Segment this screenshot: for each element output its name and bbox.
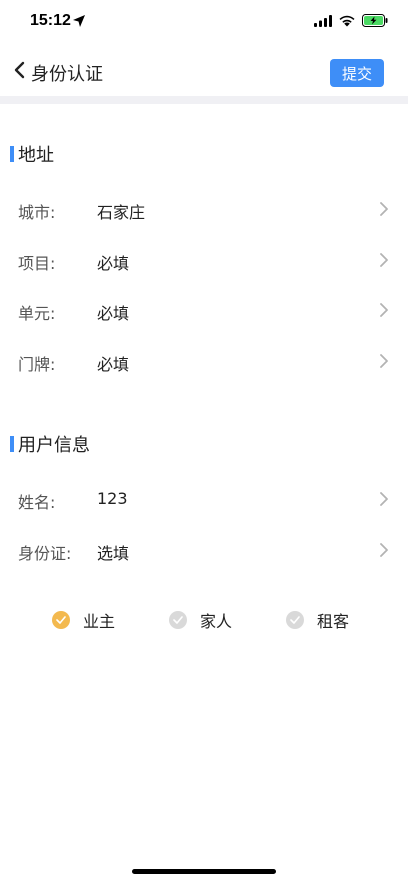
role-option-owner[interactable]: 业主 bbox=[52, 608, 115, 632]
role-label: 家人 bbox=[200, 612, 233, 631]
row-label: 城市: bbox=[18, 203, 56, 222]
back-button[interactable] bbox=[8, 58, 30, 82]
location-arrow-icon bbox=[73, 15, 85, 27]
role-option-tenant[interactable]: 租客 bbox=[286, 608, 349, 632]
section-title-text: 用户信息 bbox=[18, 435, 90, 456]
radio-unchecked-icon bbox=[286, 611, 304, 629]
city-row[interactable]: 城市: 石家庄 bbox=[0, 189, 408, 229]
chevron-right-icon bbox=[380, 303, 388, 317]
row-value: 选填 bbox=[97, 544, 130, 563]
home-indicator[interactable] bbox=[132, 869, 276, 874]
submit-button[interactable]: 提交 bbox=[330, 59, 384, 87]
address-section-title: 地址 bbox=[10, 142, 54, 166]
row-value: 必填 bbox=[97, 355, 130, 374]
door-number-row[interactable]: 门牌: 必填 bbox=[0, 341, 408, 381]
radio-checked-icon bbox=[52, 611, 70, 629]
radio-unchecked-icon bbox=[169, 611, 187, 629]
wifi-icon bbox=[339, 15, 355, 27]
user-info-section-title: 用户信息 bbox=[10, 432, 90, 456]
row-value: 123 bbox=[97, 489, 128, 508]
role-option-family[interactable]: 家人 bbox=[169, 608, 232, 632]
row-label: 单元: bbox=[18, 304, 56, 323]
row-label: 项目: bbox=[18, 254, 56, 273]
row-value: 必填 bbox=[97, 304, 130, 323]
row-label: 姓名: bbox=[18, 493, 56, 512]
section-title-text: 地址 bbox=[18, 145, 54, 166]
role-label: 业主 bbox=[83, 612, 116, 631]
section-accent-bar bbox=[10, 146, 14, 162]
row-label: 门牌: bbox=[18, 355, 56, 374]
cellular-signal-icon bbox=[314, 14, 332, 27]
chevron-right-icon bbox=[380, 354, 388, 368]
status-icons bbox=[314, 14, 388, 27]
status-time: 15:12 bbox=[30, 12, 71, 29]
chevron-right-icon bbox=[380, 202, 388, 216]
nav-bar: 身份认证 提交 bbox=[0, 44, 408, 96]
chevron-left-icon bbox=[14, 61, 25, 79]
page-title: 身份认证 bbox=[31, 64, 103, 85]
role-label: 租客 bbox=[317, 612, 350, 631]
section-accent-bar bbox=[10, 436, 14, 452]
project-row[interactable]: 项目: 必填 bbox=[0, 240, 408, 280]
row-value: 必填 bbox=[97, 254, 130, 273]
chevron-right-icon bbox=[380, 543, 388, 557]
section-divider bbox=[0, 96, 408, 104]
chevron-right-icon bbox=[380, 492, 388, 506]
id-card-row[interactable]: 身份证: 选填 bbox=[0, 530, 408, 570]
name-row[interactable]: 姓名: 123 bbox=[0, 479, 408, 519]
row-label: 身份证: bbox=[18, 544, 72, 563]
status-bar: 15:12 bbox=[0, 0, 408, 44]
battery-charging-icon bbox=[362, 14, 388, 27]
row-value: 石家庄 bbox=[97, 203, 146, 222]
unit-row[interactable]: 单元: 必填 bbox=[0, 290, 408, 330]
chevron-right-icon bbox=[380, 253, 388, 267]
